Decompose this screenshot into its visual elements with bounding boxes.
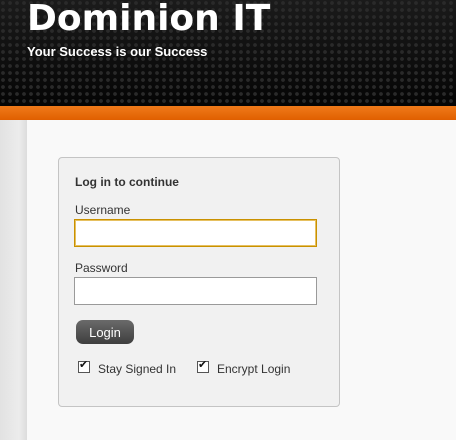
stay-signed-in-label[interactable]: Stay Signed In [98,362,176,376]
login-panel: Log in to continue Username Password Log… [58,157,340,407]
check-icon: ✔ [198,358,208,371]
encrypt-login-option[interactable]: ✔ Encrypt Login [197,358,290,376]
check-icon: ✔ [79,358,89,371]
header-accent-bar [0,106,456,120]
password-input[interactable] [74,277,317,305]
password-label: Password [75,261,128,275]
login-button[interactable]: Login [76,320,134,344]
site-header: Dominion IT Your Success is our Success [0,0,456,106]
stay-signed-in-option[interactable]: ✔ Stay Signed In [78,358,176,376]
username-label: Username [75,203,131,217]
stay-signed-in-checkbox[interactable]: ✔ [78,358,90,373]
encrypt-login-checkbox[interactable]: ✔ [197,358,209,373]
left-rail [0,120,27,440]
login-heading: Log in to continue [75,175,179,189]
brand-title: Dominion IT [27,0,271,39]
brand-tagline: Your Success is our Success [27,44,208,59]
username-input[interactable] [74,219,317,247]
encrypt-login-label[interactable]: Encrypt Login [217,362,290,376]
